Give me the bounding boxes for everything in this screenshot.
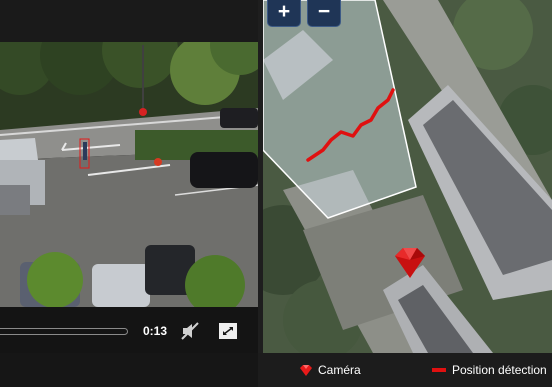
- zoom-in-button[interactable]: +: [267, 0, 301, 27]
- time-display: 0:13: [143, 324, 168, 338]
- zoom-out-button[interactable]: −: [307, 0, 341, 27]
- map-panel[interactable]: + −: [263, 0, 552, 353]
- legend-camera-label: Caméra: [318, 363, 361, 377]
- fullscreen-icon[interactable]: [218, 322, 238, 340]
- camera-marker-icon: [300, 365, 312, 376]
- map-legend: Caméra Position détection: [258, 353, 552, 387]
- legend-detection: Position détection: [432, 363, 547, 377]
- legend-camera: Caméra: [300, 363, 361, 377]
- video-frame[interactable]: [0, 0, 258, 307]
- legend-detection-label: Position détection: [452, 363, 547, 377]
- muted-speaker-icon[interactable]: [180, 322, 200, 340]
- video-panel: 0:13: [0, 0, 258, 387]
- progress-bar[interactable]: [0, 328, 128, 335]
- red-line-icon: [432, 368, 446, 372]
- satellite-map[interactable]: [263, 0, 552, 353]
- player-controls: 0:13: [0, 307, 258, 353]
